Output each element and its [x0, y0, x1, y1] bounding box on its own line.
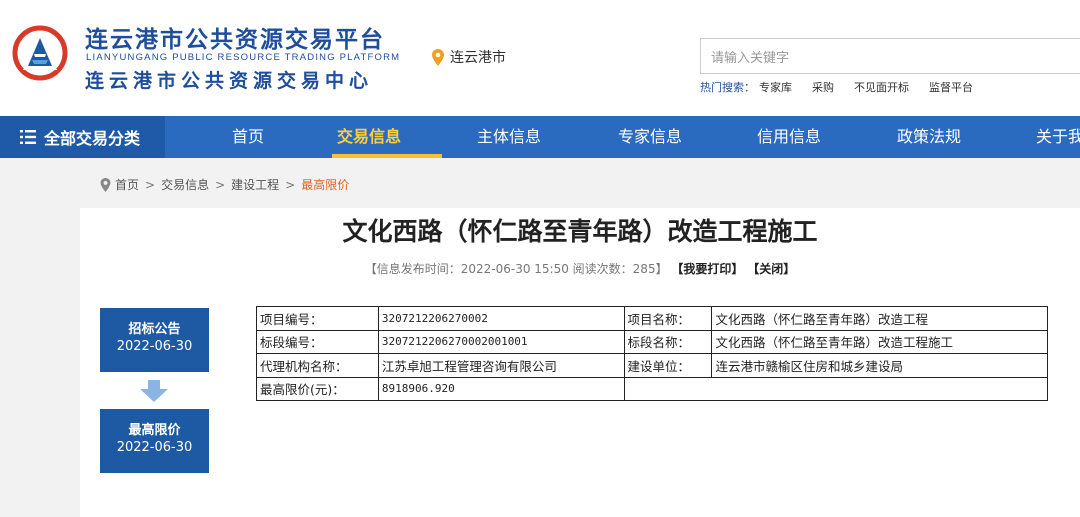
timeline-step-date: 2022-06-30: [116, 339, 193, 354]
max-price-value: 8918906.920: [377, 376, 625, 401]
project-name-label: 项目名称：: [623, 306, 713, 331]
nav-item-expert-info[interactable]: 专家信息: [618, 116, 682, 158]
table-row: 代理机构名称： 江苏卓旭工程管理咨询有限公司 建设单位： 连云港市赣榆区住房和城…: [256, 353, 1048, 378]
site-logo-icon[interactable]: [12, 24, 68, 82]
section-no-value: 3207212206270002001001: [377, 329, 625, 354]
timeline-step-title: 招标公告: [128, 322, 181, 337]
hot-search-item[interactable]: 采购: [812, 79, 834, 95]
nav-item-credit-info[interactable]: 信用信息: [757, 116, 821, 158]
hot-search-item[interactable]: 监督平台: [929, 79, 973, 95]
site-header: 连云港市公共资源交易平台 LIANYUNGANG PUBLIC RESOURCE…: [0, 0, 1080, 116]
close-button[interactable]: 【关闭】: [747, 262, 795, 276]
builder-value: 连云港市赣榆区住房和城乡建设局: [711, 353, 1048, 378]
page-title: 文化西路（怀仁路至青年路）改造工程施工: [342, 217, 818, 246]
nav-item-trading-info[interactable]: 交易信息: [337, 116, 401, 158]
builder-label: 建设单位：: [623, 353, 713, 378]
table-row: 最高限价(元)： 8918906.920: [256, 376, 1048, 401]
section-no-label: 标段编号：: [256, 329, 379, 354]
max-price-label: 最高限价(元)：: [256, 376, 379, 401]
nav-item-entity-info[interactable]: 主体信息: [477, 116, 541, 158]
timeline-step-bid-notice[interactable]: 招标公告 2022-06-30: [100, 308, 209, 372]
breadcrumb-separator: >: [145, 177, 156, 192]
agency-label: 代理机构名称：: [256, 353, 379, 378]
breadcrumb-item[interactable]: 建设工程: [231, 176, 279, 193]
city-selector[interactable]: 连云港市: [432, 47, 506, 67]
breadcrumb-separator: >: [285, 177, 296, 192]
breadcrumb-current: 最高限价: [301, 178, 350, 192]
nav-active-indicator: [332, 154, 442, 158]
breadcrumb-item[interactable]: 交易信息: [161, 176, 209, 193]
menu-icon: [20, 130, 36, 144]
hot-search: 热门搜索： 专家库 采购 不见面开标 监督平台: [700, 79, 973, 95]
main-nav: 全部交易分类 首页 交易信息 主体信息 专家信息 信用信息 政策法规 关于我: [0, 116, 1080, 158]
search-placeholder: 请输入关键字: [711, 50, 790, 66]
article-meta: 【信息发布时间：2022-06-30 15:50 阅读次数：285】 【我要打印…: [0, 260, 1080, 277]
nav-item-home[interactable]: 首页: [232, 116, 264, 158]
project-no-value: 3207212206270002: [377, 306, 625, 331]
nav-item-policy[interactable]: 政策法规: [897, 116, 961, 158]
site-subtitle: 连云港市公共资源交易中心: [85, 70, 374, 92]
table-row: 标段编号： 3207212206270002001001 标段名称： 文化西路（…: [256, 329, 1048, 354]
nav-item-about[interactable]: 关于我: [1036, 116, 1080, 158]
project-info-table: 项目编号： 3207212206270002 项目名称： 文化西路（怀仁路至青年…: [256, 306, 1048, 401]
timeline-step-date: 2022-06-30: [116, 440, 193, 455]
all-categories-button[interactable]: 全部交易分类: [0, 116, 165, 158]
timeline-step-max-price[interactable]: 最高限价 2022-06-30: [100, 409, 209, 473]
hot-search-item[interactable]: 不见面开标: [854, 79, 909, 95]
city-label: 连云港市: [450, 50, 506, 66]
search-input[interactable]: 请输入关键字: [700, 38, 1080, 74]
publish-info: 【信息发布时间：2022-06-30 15:50 阅读次数：285】: [364, 262, 668, 276]
agency-value: 江苏卓旭工程管理咨询有限公司: [377, 353, 625, 378]
arrow-down-icon: [140, 380, 168, 402]
hot-search-item[interactable]: 专家库: [759, 79, 792, 95]
breadcrumb-item[interactable]: 首页: [115, 176, 139, 193]
location-pin-icon: [432, 48, 444, 66]
site-title: 连云港市公共资源交易平台: [85, 27, 385, 53]
hot-search-label: 热门搜索：: [700, 81, 755, 94]
timeline-step-title: 最高限价: [128, 423, 181, 438]
empty-cell: [711, 376, 1048, 401]
empty-cell: [624, 376, 712, 401]
print-button[interactable]: 【我要打印】: [671, 262, 743, 276]
section-name-value: 文化西路（怀仁路至青年路）改造工程施工: [711, 329, 1048, 354]
project-name-value: 文化西路（怀仁路至青年路）改造工程: [711, 306, 1048, 331]
breadcrumb: 首页 > 交易信息 > 建设工程 > 最高限价: [100, 176, 349, 193]
all-categories-label: 全部交易分类: [44, 129, 141, 148]
section-name-label: 标段名称：: [623, 329, 713, 354]
breadcrumb-separator: >: [215, 177, 226, 192]
site-title-en: LIANYUNGANG PUBLIC RESOURCE TRADING PLAT…: [86, 52, 401, 63]
project-no-label: 项目编号：: [256, 306, 379, 331]
location-pin-icon: [100, 177, 111, 192]
table-row: 项目编号： 3207212206270002 项目名称： 文化西路（怀仁路至青年…: [256, 306, 1048, 331]
